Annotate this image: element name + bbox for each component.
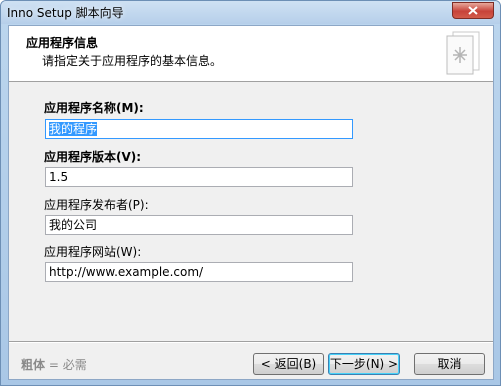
wizard-client-area: 应用程序信息 请指定关于应用程序的基本信息。 应用程序名称(M): 我的程序 应… <box>8 25 494 380</box>
app-name-value: 我的程序 <box>49 122 98 136</box>
website-value: http://www.example.com/ <box>49 265 204 279</box>
next-button[interactable]: 下一步(N) > <box>328 353 400 375</box>
publisher-label: 应用程序发布者(P): <box>44 198 149 212</box>
title-bar[interactable]: Inno Setup 脚本向导 <box>1 1 500 24</box>
page-subtitle: 请指定关于应用程序的基本信息。 <box>42 54 223 68</box>
wizard-window: Inno Setup 脚本向导 应用程序信息 请指定关于应用程序的基本信息。 应… <box>0 0 501 386</box>
close-button[interactable] <box>452 2 494 19</box>
publisher-input[interactable]: 我的公司 <box>45 215 353 235</box>
publisher-value: 我的公司 <box>49 218 98 232</box>
close-icon <box>468 6 478 15</box>
app-version-input[interactable]: 1.5 <box>45 167 353 187</box>
wizard-header: 应用程序信息 请指定关于应用程序的基本信息。 <box>9 26 493 82</box>
required-note-text: = 必需 <box>45 358 87 372</box>
document-wizard-icon <box>446 31 480 75</box>
app-name-input[interactable]: 我的程序 <box>45 119 353 139</box>
cancel-button[interactable]: 取消 <box>414 353 485 375</box>
footer-separator <box>9 341 493 343</box>
required-note: 粗体 = 必需 <box>21 356 87 373</box>
app-name-label: 应用程序名称(M): <box>44 101 144 115</box>
window-title: Inno Setup 脚本向导 <box>7 6 124 20</box>
website-label: 应用程序网站(W): <box>44 245 142 259</box>
required-note-bold: 粗体 <box>21 358 46 372</box>
app-version-label: 应用程序版本(V): <box>44 150 142 164</box>
app-version-value: 1.5 <box>49 170 69 184</box>
back-button[interactable]: < 返回(B) <box>253 353 324 375</box>
page-title: 应用程序信息 <box>26 36 99 50</box>
website-input[interactable]: http://www.example.com/ <box>45 262 353 282</box>
